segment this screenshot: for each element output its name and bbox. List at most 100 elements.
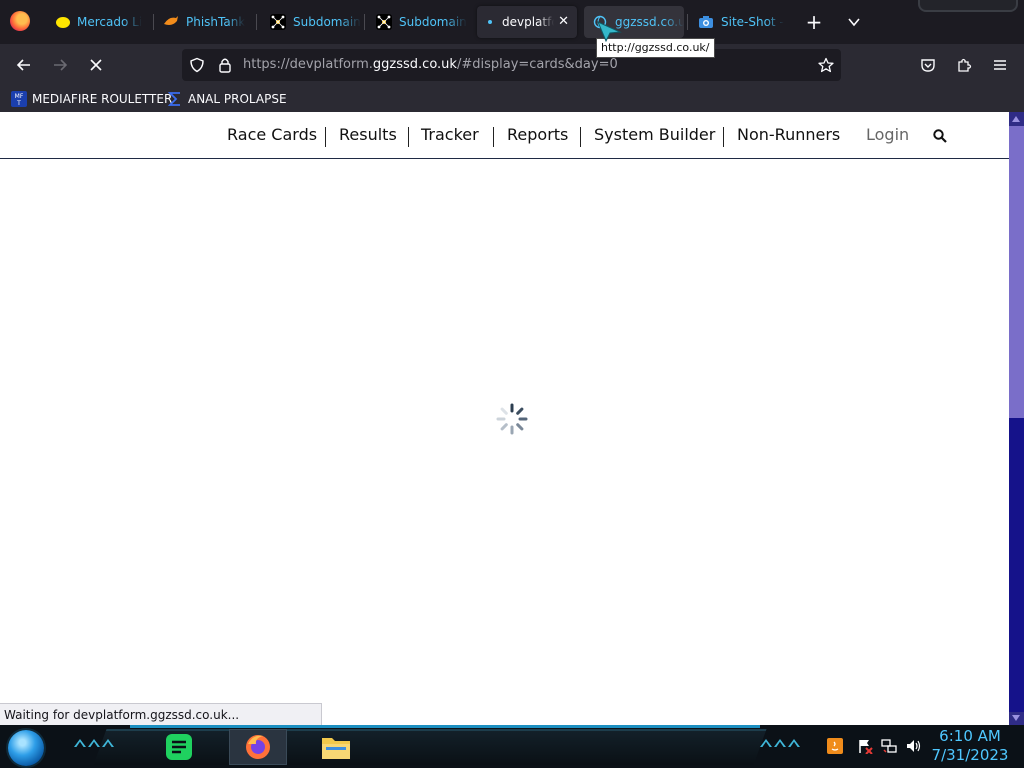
stop-button[interactable]	[84, 53, 108, 77]
nav-divider	[408, 127, 409, 147]
url-text[interactable]: https://devplatform.ggzssd.co.uk/#displa…	[243, 57, 618, 72]
tab-title: Site-Shot -	[721, 15, 784, 29]
bookmark-anal-prolapse[interactable]: ANAL PROLAPSE	[167, 89, 287, 109]
pocket-icon	[921, 59, 935, 72]
site-navigation: Race Cards Results Tracker Reports Syste…	[0, 112, 1009, 159]
clock-time: 6:10 AM	[939, 727, 1001, 745]
forward-button[interactable]	[48, 53, 72, 77]
tab-separator	[687, 14, 688, 30]
notes-app-icon	[166, 734, 192, 760]
tab-separator	[153, 14, 154, 30]
mouse-cursor-icon	[597, 21, 622, 42]
taskbar-accent-line	[130, 725, 760, 728]
shield-icon[interactable]	[189, 57, 205, 73]
scroll-down-arrow-icon[interactable]	[1012, 715, 1020, 721]
extensions-button[interactable]	[952, 53, 976, 77]
navigation-toolbar: https://devplatform.ggzssd.co.uk/#displa…	[0, 44, 1024, 86]
url-path: /#display=cards&day=0	[456, 57, 618, 72]
tab-title: Subdomain	[293, 15, 361, 29]
camera-icon	[698, 14, 714, 30]
nav-reports[interactable]: Reports	[507, 125, 568, 144]
hamburger-menu-icon	[994, 60, 1006, 70]
tab-subdomain-1[interactable]: Subdomain	[262, 6, 362, 38]
bookmark-label: MEDIAFIRE ROULETTER	[32, 92, 173, 106]
status-text: Waiting for devplatform.ggzssd.co.uk...	[0, 703, 322, 725]
tab-title: PhishTank	[186, 15, 246, 29]
tab-title: Subdomain	[399, 15, 467, 29]
bookmark-star-icon[interactable]	[818, 57, 834, 73]
bookmark-mediafire-rouletter[interactable]: MF T MEDIAFIRE ROULETTER	[11, 89, 172, 109]
tab-devplatform-active[interactable]: devplatfo ✕	[477, 6, 577, 38]
sigma-icon	[167, 91, 183, 107]
tab-phishtank[interactable]: PhishTank	[155, 6, 255, 38]
url-bar[interactable]: https://devplatform.ggzssd.co.uk/#displa…	[182, 49, 841, 81]
volume-tray-icon[interactable]	[905, 738, 921, 754]
start-button[interactable]	[8, 730, 44, 766]
firefox-icon	[246, 735, 270, 759]
chevron-decoration-icon	[760, 739, 800, 747]
back-arrow-icon	[16, 59, 30, 71]
nav-divider	[493, 127, 494, 147]
lock-icon[interactable]	[218, 57, 232, 73]
nav-race-cards[interactable]: Race Cards	[227, 125, 317, 144]
taskbar-file-explorer[interactable]	[318, 729, 354, 765]
subdomain-icon	[376, 14, 392, 30]
tab-title: ggzssd.co.u	[615, 15, 684, 29]
url-host: ggzssd.co.uk	[372, 57, 457, 72]
screen: { "browser": { "tabs": [ {"title": "Merc…	[0, 0, 1024, 768]
firefox-view-icon[interactable]	[10, 11, 30, 31]
login-link[interactable]: Login	[866, 125, 909, 144]
new-tab-button[interactable]: +	[804, 12, 824, 32]
taskbar: 6:10 AM 7/31/2023	[0, 725, 1024, 768]
stop-icon	[90, 59, 102, 71]
loading-spinner-icon	[496, 403, 528, 435]
chevron-decoration-icon	[74, 739, 114, 747]
phishtank-icon	[163, 14, 179, 30]
list-all-tabs-icon[interactable]	[846, 14, 862, 30]
subdomain-icon	[270, 14, 286, 30]
forward-arrow-icon	[54, 59, 68, 71]
nav-divider	[325, 127, 326, 147]
back-button[interactable]	[12, 53, 36, 77]
tab-site-shot[interactable]: Site-Shot -	[690, 6, 790, 38]
nav-divider	[723, 127, 724, 147]
mediafire-icon: MF T	[11, 91, 27, 107]
nav-non-runners[interactable]: Non-Runners	[737, 125, 840, 144]
page-scrollbar[interactable]	[1009, 112, 1024, 725]
scrollbar-track[interactable]	[1009, 418, 1024, 712]
pocket-button[interactable]	[916, 53, 940, 77]
tab-mercado-libre[interactable]: Mercado Li	[48, 6, 152, 38]
tab-separator	[256, 14, 257, 30]
nav-divider	[580, 127, 581, 147]
url-prefix: https://devplatform.	[243, 57, 373, 72]
loading-dot-icon	[485, 14, 495, 30]
close-tab-icon[interactable]: ✕	[558, 13, 569, 31]
system-clock[interactable]: 6:10 AM 7/31/2023	[930, 727, 1010, 765]
tab-strip: Mercado Li PhishTank Subdomain Subdomain…	[0, 0, 1024, 44]
tab-title: devplatfo	[502, 15, 554, 29]
bookmarks-toolbar: MF T MEDIAFIRE ROULETTER ANAL PROLAPSE	[0, 86, 1024, 112]
search-icon[interactable]	[932, 128, 948, 144]
network-tray-icon[interactable]	[881, 738, 897, 754]
tab-separator	[364, 14, 365, 30]
mercadolibre-icon	[56, 16, 70, 28]
puzzle-icon	[958, 58, 972, 72]
nav-results[interactable]: Results	[339, 125, 397, 144]
nav-tracker[interactable]: Tracker	[421, 125, 479, 144]
tab-title: Mercado Li	[77, 15, 143, 29]
taskbar-notes-app[interactable]	[161, 729, 197, 765]
svg-text:MF: MF	[15, 93, 24, 100]
java-tray-icon[interactable]	[827, 738, 843, 754]
nav-system-builder[interactable]: System Builder	[594, 125, 715, 144]
scrollbar-thumb[interactable]	[1009, 126, 1024, 418]
folder-icon	[322, 738, 350, 759]
scroll-up-arrow-icon[interactable]	[1012, 116, 1020, 122]
bookmark-label: ANAL PROLAPSE	[188, 92, 287, 106]
window-frame-decoration	[918, 0, 1018, 12]
flag-alert-tray-icon[interactable]	[857, 738, 873, 754]
app-menu-button[interactable]	[988, 53, 1012, 77]
tab-subdomain-2[interactable]: Subdomain	[368, 6, 468, 38]
page-content: Race Cards Results Tracker Reports Syste…	[0, 112, 1024, 725]
clock-date: 7/31/2023	[931, 746, 1009, 764]
taskbar-firefox-app[interactable]	[229, 729, 287, 765]
